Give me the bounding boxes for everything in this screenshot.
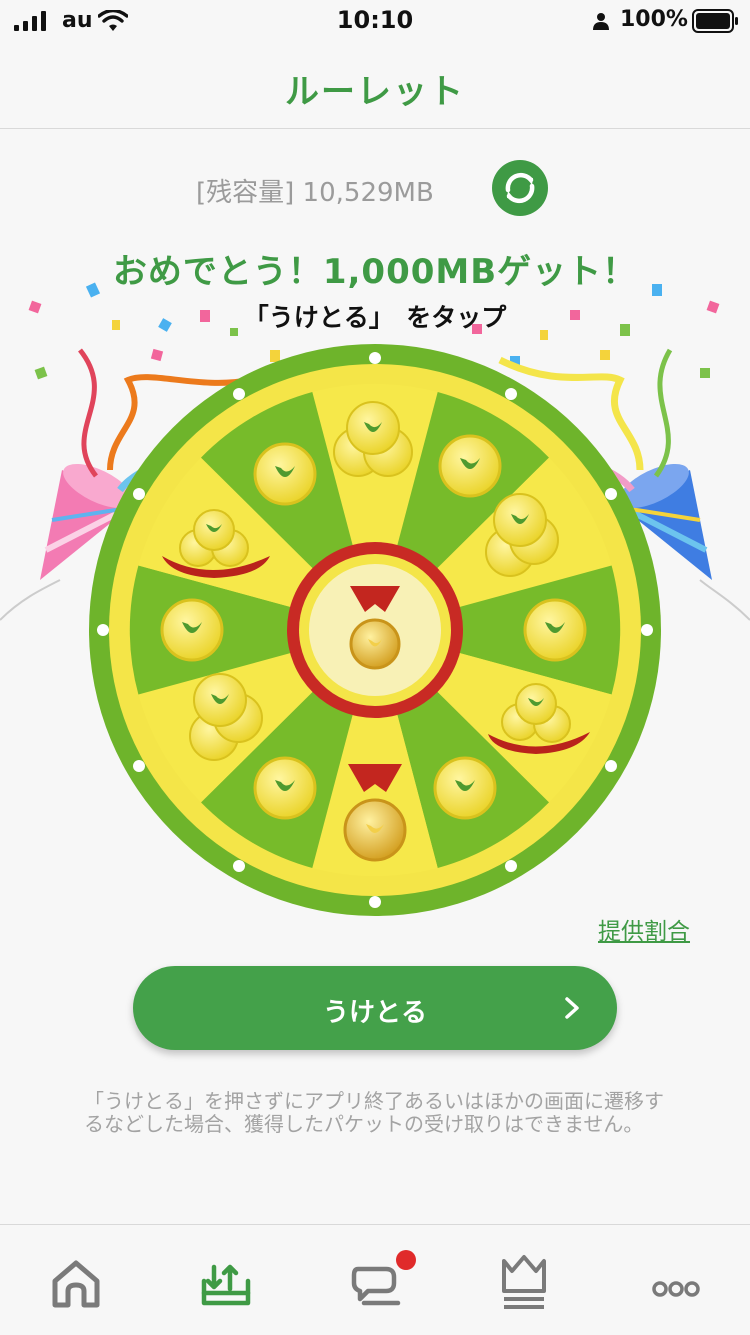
- battery-percent: 100%: [620, 7, 688, 32]
- prize-rates-link[interactable]: 提供割合: [598, 912, 690, 946]
- more-icon: [652, 1281, 700, 1297]
- roulette-wheel: [89, 344, 661, 916]
- tab-receive[interactable]: [196, 1253, 256, 1313]
- chevron-right-icon: [565, 997, 579, 1019]
- coin-prize: [433, 756, 497, 820]
- coin-prize: [253, 442, 317, 506]
- refresh-button[interactable]: [492, 160, 548, 216]
- coin-prize: [438, 434, 502, 498]
- receive-button-label: うけとる: [322, 998, 427, 1028]
- tab-bar: [0, 1224, 750, 1335]
- tab-more[interactable]: [646, 1253, 706, 1313]
- warning-note: 「うけとる」を押さずにアプリ終了あるいはほかの画面に遷移するなどした場合、獲得し…: [84, 1089, 664, 1136]
- center-medal: [349, 586, 401, 670]
- battery-icon: [692, 9, 738, 33]
- notification-badge: [396, 1250, 416, 1270]
- home-icon: [52, 1260, 100, 1308]
- tab-ranking[interactable]: [494, 1247, 554, 1313]
- coin-prize: [253, 756, 317, 820]
- status-bar: au 10:10 100%: [0, 0, 750, 44]
- header-bar: ルーレット: [0, 44, 750, 129]
- receive-button[interactable]: うけとる: [133, 966, 617, 1050]
- coin-prize: [160, 598, 224, 662]
- remaining-capacity: [残容量] 10,529MB: [196, 178, 434, 208]
- person-icon: [593, 13, 609, 30]
- crown-icon: [502, 1255, 546, 1309]
- refresh-icon: [505, 172, 535, 204]
- page-title: ルーレット: [285, 72, 465, 112]
- gift-download-icon: [201, 1264, 251, 1306]
- coin-prize: [523, 598, 587, 662]
- tab-home[interactable]: [46, 1253, 106, 1313]
- chat-icon: [351, 1266, 401, 1306]
